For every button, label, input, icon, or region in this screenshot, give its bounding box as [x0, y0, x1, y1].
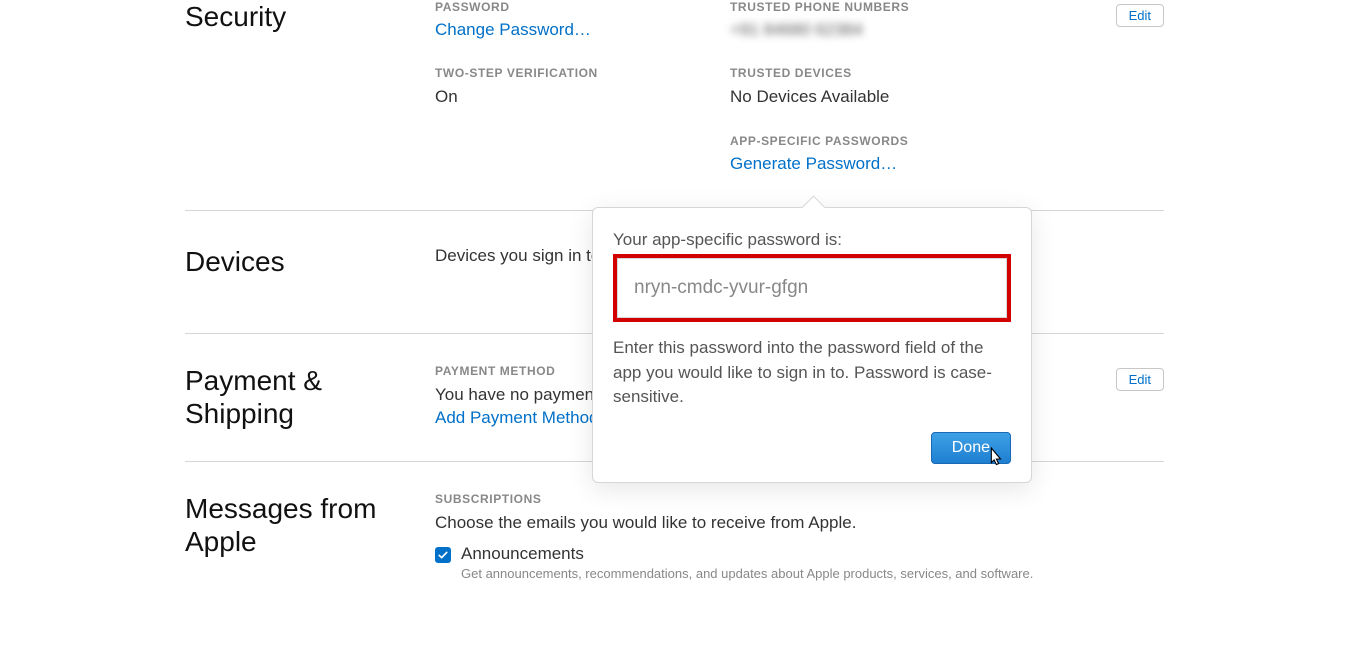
two-step-value: On: [435, 86, 730, 108]
subscriptions-desc: Choose the emails you would like to rece…: [435, 512, 1164, 534]
messages-section: Messages from Apple SUBSCRIPTIONS Choose…: [185, 462, 1164, 609]
announcements-checkbox[interactable]: [435, 547, 451, 563]
subscriptions-label: SUBSCRIPTIONS: [435, 492, 1164, 506]
security-title: Security: [185, 0, 435, 34]
two-step-label: TWO-STEP VERIFICATION: [435, 66, 730, 80]
security-section: Security Edit PASSWORD Change Password… …: [185, 0, 1164, 211]
generate-password-link[interactable]: Generate Password…: [730, 154, 897, 173]
change-password-link[interactable]: Change Password…: [435, 20, 591, 39]
add-payment-method-link[interactable]: Add Payment Method…: [435, 408, 615, 427]
payment-edit-button[interactable]: Edit: [1116, 368, 1164, 391]
trusted-devices-value: No Devices Available: [730, 86, 1025, 108]
announcements-label: Announcements: [461, 544, 1033, 564]
trusted-phone-value: +91 84680 62384: [730, 20, 1025, 40]
password-label: PASSWORD: [435, 0, 730, 14]
trusted-devices-label: TRUSTED DEVICES: [730, 66, 1025, 80]
highlight-frame: nryn-cmdc-yvur-gfgn: [613, 254, 1011, 322]
app-specific-password-popover: Your app-specific password is: nryn-cmdc…: [592, 207, 1032, 483]
devices-title: Devices: [185, 245, 435, 279]
app-specific-password-value[interactable]: nryn-cmdc-yvur-gfgn: [617, 258, 1007, 318]
done-button[interactable]: Done: [931, 432, 1011, 464]
checkmark-icon: [437, 549, 449, 561]
announcements-desc: Get announcements, recommendations, and …: [461, 566, 1033, 581]
security-edit-button[interactable]: Edit: [1116, 4, 1164, 27]
app-specific-passwords-label: APP-SPECIFIC PASSWORDS: [730, 134, 1025, 148]
popover-desc: Enter this password into the password fi…: [613, 336, 1011, 410]
popover-title: Your app-specific password is:: [613, 230, 1011, 250]
trusted-phone-label: TRUSTED PHONE NUMBERS: [730, 0, 1025, 14]
payment-title: Payment & Shipping: [185, 364, 435, 431]
messages-title: Messages from Apple: [185, 492, 435, 559]
